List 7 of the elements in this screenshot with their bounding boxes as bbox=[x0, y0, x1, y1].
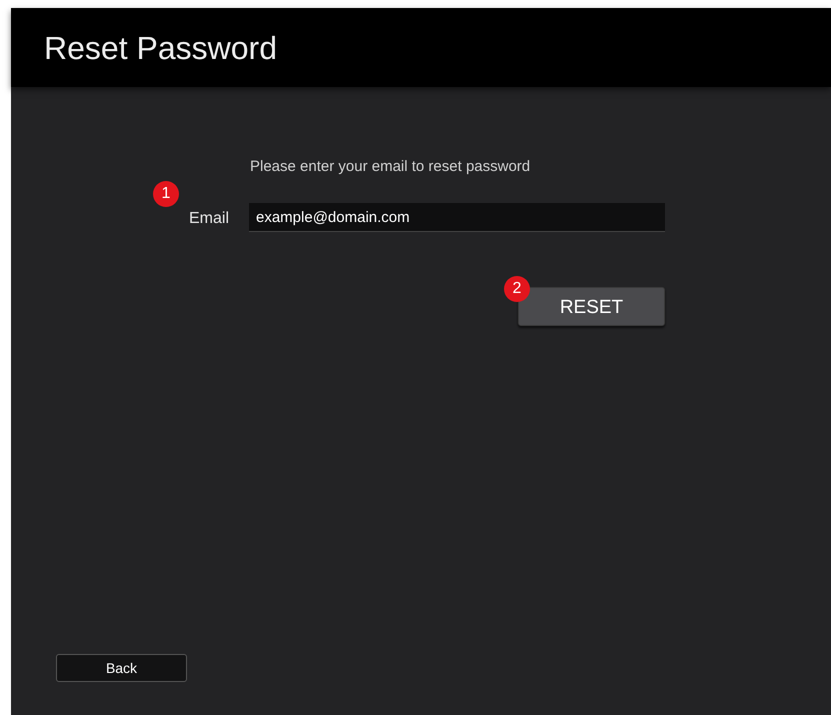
back-button[interactable]: Back bbox=[56, 654, 187, 682]
callout-badge: 1 bbox=[153, 181, 179, 207]
callout-badge: 2 bbox=[504, 276, 530, 302]
email-label: Email bbox=[189, 209, 230, 229]
email-field[interactable]: example@domain.com bbox=[249, 203, 665, 232]
instruction-text: Please enter your email to reset password bbox=[250, 157, 530, 177]
page-title: Reset Password bbox=[44, 32, 277, 64]
